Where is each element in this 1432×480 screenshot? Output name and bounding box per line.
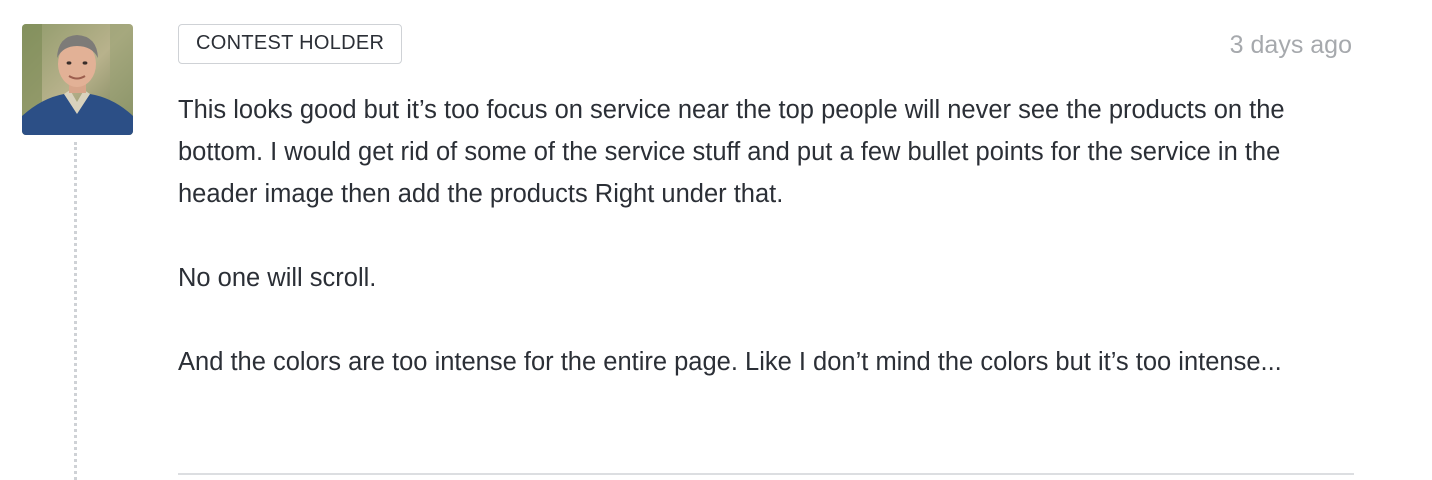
comment-paragraph: And the colors are too intense for the e… xyxy=(178,348,1282,376)
comment-paragraph: This looks good but it’s too focus on se… xyxy=(178,96,1285,208)
comment-body: This looks good but it’s too focus on se… xyxy=(178,89,1358,425)
thread-connector-line xyxy=(74,142,77,480)
comment-divider xyxy=(178,473,1354,475)
comment-item: CONTEST HOLDER 3 days ago This looks goo… xyxy=(0,0,1432,480)
comment-timestamp: 3 days ago xyxy=(1229,31,1352,59)
user-photo xyxy=(22,24,133,135)
contest-holder-badge: CONTEST HOLDER xyxy=(178,24,403,64)
avatar[interactable] xyxy=(22,24,133,135)
comment-paragraph: No one will scroll. xyxy=(178,264,377,292)
